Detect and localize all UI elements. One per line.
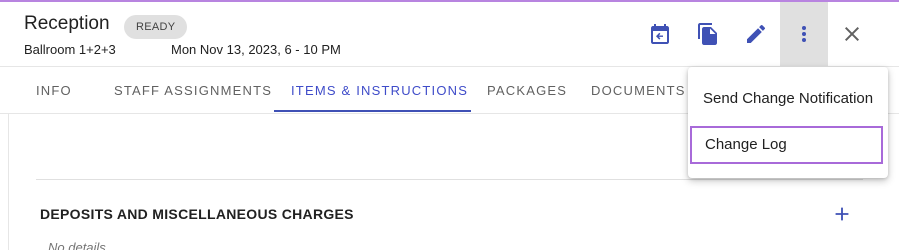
close-icon xyxy=(845,27,859,41)
section-divider xyxy=(36,179,863,180)
tab-items-instructions[interactable]: ITEMS & INSTRUCTIONS xyxy=(291,67,468,114)
status-badge: READY xyxy=(124,15,188,39)
more-options-menu: Send Change Notification Change Log xyxy=(688,67,888,178)
tab-packages[interactable]: PACKAGES xyxy=(487,67,567,114)
menu-item-send-change-notification[interactable]: Send Change Notification xyxy=(688,79,888,119)
copy-document-icon xyxy=(698,23,717,45)
event-title: Reception xyxy=(24,13,110,34)
add-charge-button[interactable] xyxy=(826,198,858,230)
edit-pencil-icon xyxy=(747,24,766,43)
edit-button[interactable] xyxy=(732,2,780,66)
empty-state-text: No details xyxy=(48,240,106,250)
calendar-button[interactable] xyxy=(636,2,684,66)
event-header: Reception READY Ballroom 1+2+3 Mon Nov 1… xyxy=(0,2,899,66)
plus-icon xyxy=(835,207,849,221)
event-location: Ballroom 1+2+3 xyxy=(24,42,116,57)
event-datetime: Mon Nov 13, 2023, 6 - 10 PM xyxy=(171,42,341,57)
tab-info[interactable]: INFO xyxy=(36,67,72,114)
tab-documents[interactable]: DOCUMENTS xyxy=(591,67,686,114)
tab-staff-assignments[interactable]: STAFF ASSIGNMENTS xyxy=(114,67,272,114)
section-title: DEPOSITS AND MISCELLANEOUS CHARGES xyxy=(40,206,354,222)
close-button[interactable] xyxy=(828,2,876,66)
more-vert-icon xyxy=(802,26,806,42)
copy-button[interactable] xyxy=(684,2,732,66)
more-options-button[interactable] xyxy=(780,2,828,66)
active-tab-indicator xyxy=(274,110,471,112)
calendar-arrow-icon xyxy=(651,24,669,44)
menu-item-change-log[interactable]: Change Log xyxy=(690,126,883,164)
